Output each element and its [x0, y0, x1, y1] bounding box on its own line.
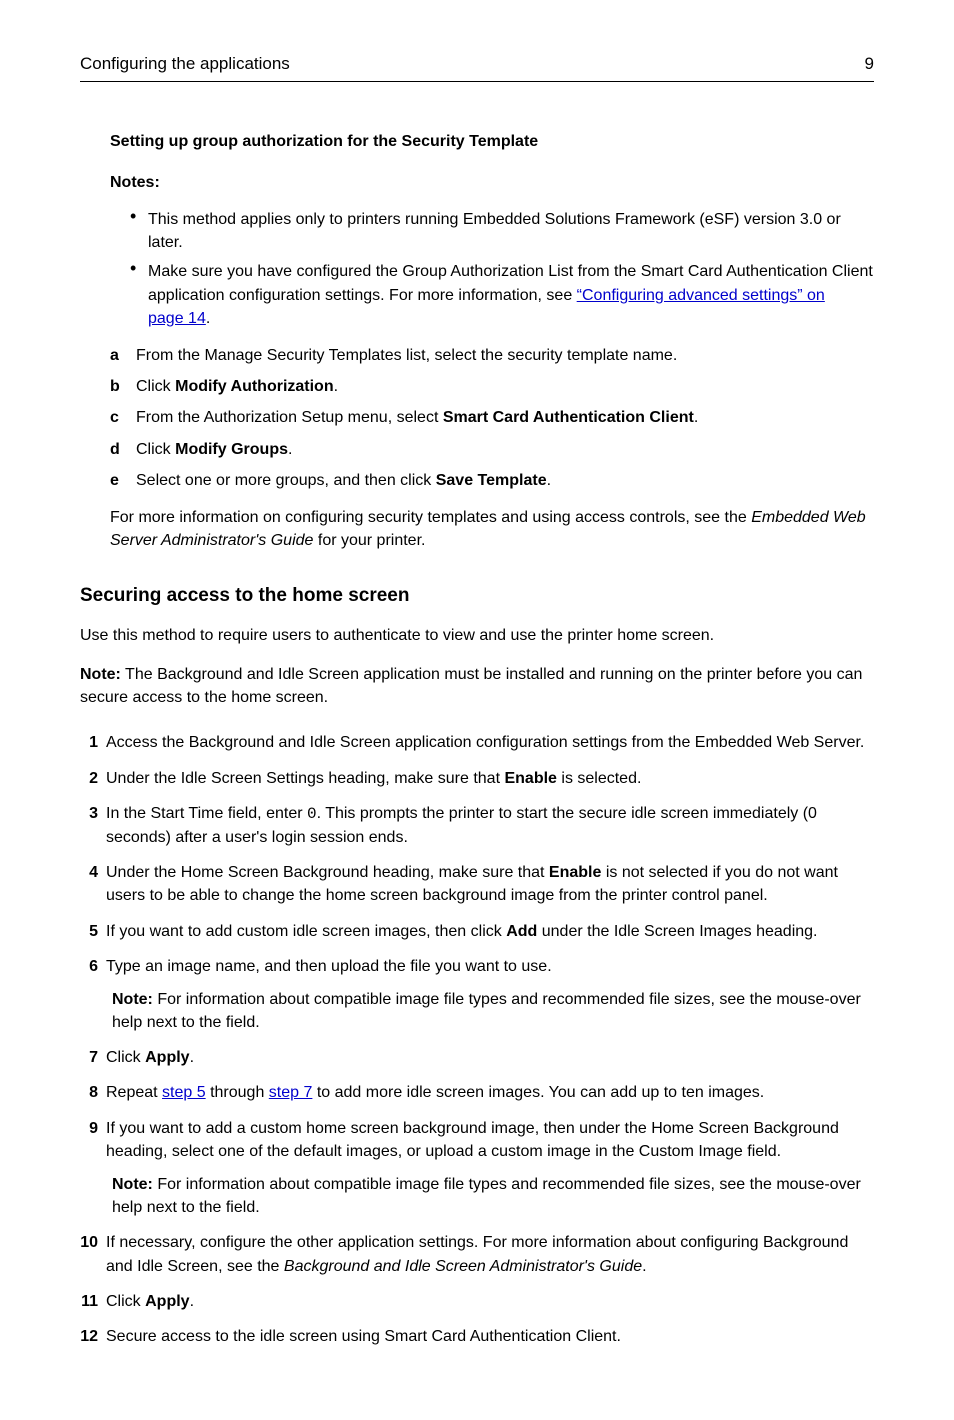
- step-b: bClick Modify Authorization.: [110, 375, 874, 398]
- step-6-note: Note: For information about compatible i…: [106, 988, 874, 1034]
- notes-label: Notes:: [110, 171, 874, 194]
- step-c: cFrom the Authorization Setup menu, sele…: [110, 406, 874, 429]
- document-page: Configuring the applications 9 Setting u…: [0, 0, 954, 1420]
- link-step-7[interactable]: step 7: [269, 1084, 313, 1101]
- step-9: 9If you want to add a custom home screen…: [80, 1117, 874, 1220]
- notes-list: This method applies only to printers run…: [130, 208, 874, 330]
- step-10: 10If necessary, configure the other appl…: [80, 1231, 874, 1277]
- section-title-group-auth: Setting up group authorization for the S…: [110, 130, 874, 153]
- note-paragraph: Note: The Background and Idle Screen app…: [80, 663, 874, 709]
- closing-paragraph: For more information on configuring secu…: [110, 506, 874, 552]
- step-e: eSelect one or more groups, and then cli…: [110, 469, 874, 492]
- step-11: 11Click Apply.: [80, 1290, 874, 1313]
- step-12: 12Secure access to the idle screen using…: [80, 1325, 874, 1348]
- step-7: 7Click Apply.: [80, 1046, 874, 1069]
- header-title: Configuring the applications: [80, 52, 290, 77]
- lettered-steps: aFrom the Manage Security Templates list…: [110, 344, 874, 492]
- step-2: 2Under the Idle Screen Settings heading,…: [80, 767, 874, 790]
- step-6: 6Type an image name, and then upload the…: [80, 955, 874, 1035]
- note-item: Make sure you have configured the Group …: [130, 260, 874, 330]
- step-1: 1Access the Background and Idle Screen a…: [80, 731, 874, 754]
- step-d: dClick Modify Groups.: [110, 438, 874, 461]
- note-item: This method applies only to printers run…: [130, 208, 874, 254]
- step-5: 5If you want to add custom idle screen i…: [80, 920, 874, 943]
- running-header: Configuring the applications 9: [80, 52, 874, 82]
- link-step-5[interactable]: step 5: [162, 1084, 206, 1101]
- step-4: 4Under the Home Screen Background headin…: [80, 861, 874, 907]
- numbered-steps: 1Access the Background and Idle Screen a…: [80, 731, 874, 1348]
- step-9-note: Note: For information about compatible i…: [106, 1173, 874, 1219]
- step-8: 8Repeat step 5 through step 7 to add mor…: [80, 1081, 874, 1104]
- step-a: aFrom the Manage Security Templates list…: [110, 344, 874, 367]
- header-page-number: 9: [865, 52, 874, 77]
- step-3: 3In the Start Time field, enter 0. This …: [80, 802, 874, 849]
- intro-paragraph: Use this method to require users to auth…: [80, 624, 874, 647]
- heading-securing-access: Securing access to the home screen: [80, 582, 874, 610]
